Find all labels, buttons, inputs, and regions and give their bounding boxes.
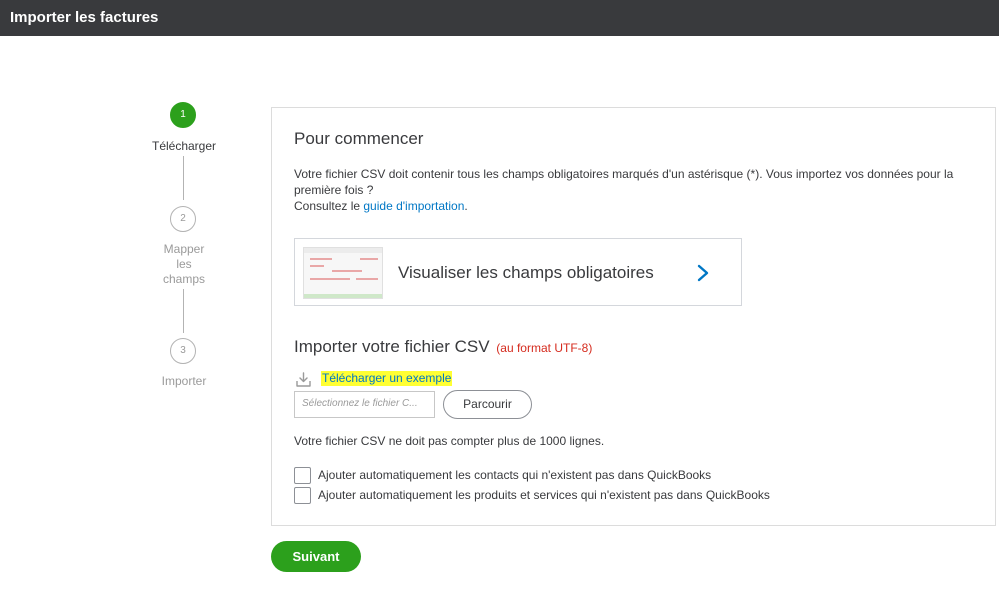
step-1-circle: 1: [170, 102, 196, 128]
add-contacts-label: Ajouter automatiquement les contacts qui…: [318, 468, 712, 482]
required-fields-card[interactable]: Visualiser les champs obligatoires: [294, 238, 742, 306]
required-fields-label: Visualiser les champs obligatoires: [398, 263, 654, 282]
page-title: Importer les factures: [10, 9, 159, 26]
browse-button[interactable]: Parcourir: [443, 390, 532, 419]
line-limit-note: Votre fichier CSV ne doit pas compter pl…: [294, 434, 605, 448]
import-csv-title: Importer votre fichier CSV (au format UT…: [294, 337, 593, 356]
invoice-preview-thumbnail: [303, 247, 383, 299]
step-3-circle: 3: [170, 338, 196, 364]
download-icon: [296, 372, 311, 387]
getting-started-description: Votre fichier CSV doit contenir tous les…: [294, 167, 954, 213]
add-contacts-checkbox[interactable]: [294, 467, 311, 484]
add-products-label: Ajouter automatiquement les produits et …: [318, 488, 770, 502]
next-button[interactable]: Suivant: [271, 541, 361, 572]
step-1-label: Télécharger: [151, 139, 217, 153]
download-sample-link[interactable]: Télécharger un exemple: [321, 371, 453, 386]
add-products-checkbox[interactable]: [294, 487, 311, 504]
chevron-right-icon[interactable]: [695, 263, 713, 283]
step-2-label: Mapper les champs: [162, 242, 206, 286]
getting-started-title: Pour commencer: [294, 129, 424, 148]
utf8-format-note: (au format UTF-8): [496, 341, 593, 355]
file-select-input[interactable]: Sélectionnez le fichier C...: [294, 391, 435, 418]
step-connector: [183, 156, 184, 200]
step-2-circle: 2: [170, 206, 196, 232]
import-panel: Pour commencer Votre fichier CSV doit co…: [271, 107, 996, 526]
top-bar: Importer les factures: [0, 0, 999, 36]
import-guide-link[interactable]: guide d'importation: [363, 199, 464, 213]
step-connector: [183, 289, 184, 333]
step-3-label: Importer: [161, 374, 207, 388]
